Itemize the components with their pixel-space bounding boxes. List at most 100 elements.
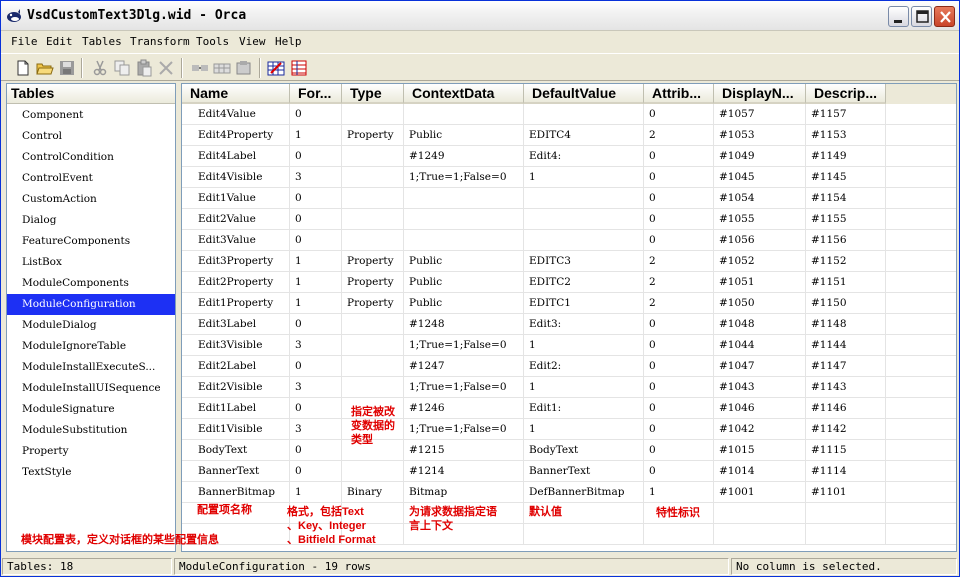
column-header[interactable]: Attrib... xyxy=(644,84,714,104)
table-cell[interactable]: 3 xyxy=(290,419,342,440)
table-row[interactable]: Edit1Label 0 #1246 Edit1: 0 #1046 #1146 xyxy=(182,398,956,419)
table-cell[interactable]: 0 xyxy=(644,314,714,335)
table-cell[interactable]: 1;True=1;False=0 xyxy=(404,377,524,398)
table-row[interactable]: Edit2Visible 3 1;True=1;False=0 1 0 #1043 #114… xyxy=(182,377,956,398)
table-cell[interactable]: 0 xyxy=(290,356,342,377)
table-cell[interactable]: 1 xyxy=(290,125,342,146)
table-cell[interactable] xyxy=(404,209,524,230)
table-row[interactable]: Edit1Property 1 Property Public EDITC1 2 #1050… xyxy=(182,293,956,314)
table-cell[interactable]: #1052 xyxy=(714,251,806,272)
table-cell[interactable]: 1;True=1;False=0 xyxy=(404,419,524,440)
table-cell[interactable] xyxy=(524,230,644,251)
table-cell[interactable] xyxy=(342,356,404,377)
table-cell[interactable]: #1157 xyxy=(806,104,886,125)
table-cell[interactable]: 2 xyxy=(644,125,714,146)
table-cell[interactable]: Edit2Visible xyxy=(182,377,290,398)
table-cell[interactable]: 0 xyxy=(644,146,714,167)
table-cell[interactable]: Edit4: xyxy=(524,146,644,167)
column-header[interactable]: Type xyxy=(342,84,404,104)
table-row[interactable]: Edit1Visible 3 1;True=1;False=0 1 0 #1042 #114… xyxy=(182,419,956,440)
table-cell[interactable]: #1144 xyxy=(806,335,886,356)
menu-tables[interactable]: Tables xyxy=(82,35,122,48)
table-list-item[interactable]: Property xyxy=(7,441,175,462)
table-cell[interactable]: Edit2Value xyxy=(182,209,290,230)
table-cell[interactable]: 1 xyxy=(524,167,644,188)
table-cell[interactable]: 0 xyxy=(644,104,714,125)
table-cell[interactable]: #1146 xyxy=(806,398,886,419)
table-cell[interactable]: #1057 xyxy=(714,104,806,125)
table-cell[interactable]: EDITC3 xyxy=(524,251,644,272)
table-cell[interactable]: 0 xyxy=(644,188,714,209)
table-cell[interactable]: BannerText xyxy=(524,461,644,482)
table-cell[interactable]: #1050 xyxy=(714,293,806,314)
table-cell[interactable]: Binary xyxy=(342,482,404,503)
table-list-item[interactable]: Dialog xyxy=(7,210,175,231)
table-row[interactable]: Edit4Value 0 0 #1057 #1157 xyxy=(182,104,956,125)
table-cell[interactable]: DefBannerBitmap xyxy=(524,482,644,503)
table-cell[interactable]: #1151 xyxy=(806,272,886,293)
table-cell[interactable]: 1 xyxy=(290,251,342,272)
table-cell[interactable] xyxy=(524,104,644,125)
table-cell[interactable] xyxy=(342,209,404,230)
table-cell[interactable]: #1156 xyxy=(806,230,886,251)
table-cell[interactable]: #1043 xyxy=(714,377,806,398)
table-row[interactable]: Edit3Visible 3 1;True=1;False=0 1 0 #1044 #114… xyxy=(182,335,956,356)
table-list-item[interactable]: ControlEvent xyxy=(7,168,175,189)
table-cell[interactable]: Public xyxy=(404,125,524,146)
table-cell[interactable] xyxy=(404,230,524,251)
table-button[interactable] xyxy=(213,59,231,77)
table-cell[interactable]: #1152 xyxy=(806,251,886,272)
table-cell[interactable]: 3 xyxy=(290,377,342,398)
maximize-button[interactable] xyxy=(911,6,932,27)
table-cell[interactable]: 2 xyxy=(644,272,714,293)
copy-button[interactable] xyxy=(113,59,131,77)
table-cell[interactable]: Property xyxy=(342,293,404,314)
menu-file[interactable]: File xyxy=(11,35,38,48)
table-cell[interactable] xyxy=(404,104,524,125)
table-list-item[interactable]: ModuleInstallUISequence xyxy=(7,378,175,399)
table-list-item[interactable]: ControlCondition xyxy=(7,147,175,168)
table-cell[interactable]: #1145 xyxy=(806,167,886,188)
table-cell[interactable]: 0 xyxy=(644,356,714,377)
table-cell[interactable]: #1042 xyxy=(714,419,806,440)
table-cell[interactable]: #1246 xyxy=(404,398,524,419)
table-cell[interactable]: 1 xyxy=(524,377,644,398)
table-list-item[interactable]: ModuleIgnoreTable xyxy=(7,336,175,357)
table-cell[interactable]: Property xyxy=(342,125,404,146)
table-cell[interactable]: EDITC1 xyxy=(524,293,644,314)
table-cell[interactable]: 1 xyxy=(644,482,714,503)
table-cell[interactable]: 0 xyxy=(290,461,342,482)
table-cell[interactable]: BodyText xyxy=(182,440,290,461)
table-cell[interactable]: #1143 xyxy=(806,377,886,398)
column-header[interactable]: Name xyxy=(182,84,290,104)
table-row[interactable]: BodyText 0 #1215 BodyText 0 #1015 #1115 xyxy=(182,440,956,461)
table-cell[interactable]: #1045 xyxy=(714,167,806,188)
table-cell[interactable]: Edit3Visible xyxy=(182,335,290,356)
table-cell[interactable]: 0 xyxy=(644,230,714,251)
table-cell[interactable]: 3 xyxy=(290,335,342,356)
table-cell[interactable] xyxy=(342,314,404,335)
table-cell[interactable]: #1015 xyxy=(714,440,806,461)
table-cell[interactable]: Edit1: xyxy=(524,398,644,419)
table-cell[interactable]: Edit1Value xyxy=(182,188,290,209)
table-cell[interactable]: Edit4Visible xyxy=(182,167,290,188)
menu-transform[interactable]: Transform xyxy=(130,35,190,48)
table-cell[interactable]: Edit2: xyxy=(524,356,644,377)
table-cell[interactable]: #1049 xyxy=(714,146,806,167)
table-list-item[interactable]: FeatureComponents xyxy=(7,231,175,252)
table-row[interactable]: Edit4Property 1 Property Public EDITC4 2 #1053… xyxy=(182,125,956,146)
tables-header[interactable]: Tables xyxy=(7,84,175,104)
table-cell[interactable]: #1054 xyxy=(714,188,806,209)
table-cell[interactable]: #1051 xyxy=(714,272,806,293)
table-cell[interactable]: 0 xyxy=(290,314,342,335)
table-cell[interactable]: EDITC4 xyxy=(524,125,644,146)
table-cell[interactable]: #1149 xyxy=(806,146,886,167)
table-row[interactable]: BannerBitmap 1 Binary Bitmap DefBannerBitmap… xyxy=(182,482,956,503)
table-cell[interactable]: 0 xyxy=(644,461,714,482)
table-cell[interactable]: #1214 xyxy=(404,461,524,482)
table-cell[interactable]: Property xyxy=(342,251,404,272)
table-cell[interactable]: 0 xyxy=(644,419,714,440)
table-cell[interactable] xyxy=(342,104,404,125)
table-cell[interactable]: 0 xyxy=(644,209,714,230)
table-cell[interactable]: 1 xyxy=(290,272,342,293)
